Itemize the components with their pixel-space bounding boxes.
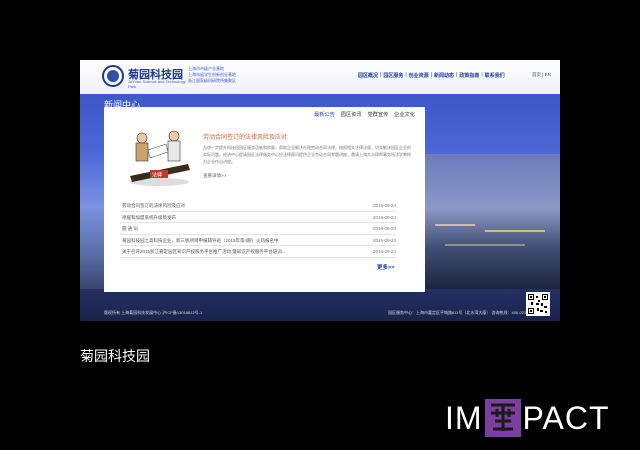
- nav-item-policy[interactable]: 政策指南: [457, 72, 481, 79]
- language-switch[interactable]: 首页 | EN: [532, 72, 551, 78]
- website-screenshot: 菊园科技园 JuYuan Science and Technology Park…: [80, 60, 560, 321]
- news-date: 2015-09-24: [372, 203, 396, 208]
- nav-item-services[interactable]: 园区服务: [381, 72, 405, 79]
- legal-illustration: 法律: [129, 130, 190, 186]
- news-title: 关于召开2015浙江嘉定园区知识产权服务平台推广活动 暨知识产权服务平台培训..…: [122, 249, 286, 255]
- more-news-link[interactable]: 更多>>: [377, 263, 394, 271]
- news-list: 劳动合同签订的法律风险及应对 2015-09-24 德缓和加盟系统升级版发布 2…: [120, 200, 396, 258]
- impact-logo-right: PACT: [522, 399, 610, 436]
- news-date: 2015-09-24: [372, 226, 396, 232]
- nav-item-resources[interactable]: 创业资源: [407, 72, 431, 79]
- news-item[interactable]: 关于召开2015浙江嘉定园区知识产权服务平台推广活动 暨知识产权服务平台培训..…: [120, 246, 396, 258]
- news-title: 劳动合同签订的法律风险及应对: [122, 203, 185, 208]
- tab-park-news[interactable]: 园区资讯: [338, 111, 365, 118]
- tagline-line: 浙江国家级科研院所集聚区: [188, 78, 236, 83]
- qr-code-icon: [526, 292, 550, 316]
- news-date: 2015-09-24: [372, 237, 396, 243]
- nav-item-overview[interactable]: 园区概况: [356, 72, 380, 79]
- impact-emblem-icon: [484, 399, 521, 437]
- footer-contact: 园区服务中心：上海市嘉定区平城路811号（北水湾大厦） 咨询热线：400-021…: [388, 310, 537, 315]
- main-nav: 园区概况 | 园区服务 | 创业资源 | 新闻动态 | 政策指南 | 联系我们: [356, 72, 507, 79]
- news-item[interactable]: 圆 通 讯 2015-09-24: [120, 223, 396, 235]
- news-date: 2015-09-24: [372, 249, 396, 255]
- stamp-label: 法律: [152, 172, 162, 179]
- feature-article-summary: 为进一步提升科技园园区服务功能和质量，帮助企业解决社理劳动合同法律，按照相关法律…: [203, 145, 411, 164]
- tab-culture[interactable]: 企业文化: [391, 111, 418, 118]
- news-item[interactable]: 劳动合同签订的法律风险及应对 2015-09-24: [120, 200, 396, 212]
- news-item[interactable]: 菊园科技园之高科技企业、新三板项目申报辅导班（2015年第4期）火热报名中 20…: [120, 235, 396, 247]
- tagline: 上海市市级产业基地 上海市留学生创新创业基地 浙江国家级科研院所集聚区: [188, 66, 278, 84]
- city-night-photo: [425, 154, 560, 289]
- news-date: 2015-09-24: [372, 214, 396, 220]
- nav-item-contact[interactable]: 联系我们: [483, 72, 507, 79]
- footer-copyright: 版权所有 上海菊园科技发展中心 沪ICP备13018812号-1: [104, 310, 203, 315]
- news-tabs: 最新公告 园区资讯 党群宣传 企业文化: [311, 111, 418, 118]
- feature-read-more-link[interactable]: 查看详情>>: [203, 173, 226, 179]
- site-header: 菊园科技园 JuYuan Science and Technology Park…: [80, 60, 560, 94]
- tab-latest[interactable]: 最新公告: [311, 111, 338, 118]
- tab-party[interactable]: 党群宣传: [365, 111, 392, 118]
- news-title: 菊园科技园之高科技企业、新三板项目申报辅导班（2015年第4期）火热报名中: [122, 237, 279, 243]
- hills-silhouette: [80, 289, 560, 321]
- news-item[interactable]: 德缓和加盟系统升级版发布 2015-09-24: [120, 212, 396, 224]
- nav-item-news[interactable]: 新闻动态: [432, 72, 456, 79]
- feature-article-title[interactable]: 劳动合同签订的法律风险及应对: [203, 132, 287, 141]
- news-title: 德缓和加盟系统升级版发布: [122, 214, 176, 220]
- impact-logo: IM PACT: [445, 396, 610, 440]
- logo-icon[interactable]: [102, 65, 124, 87]
- news-title: 圆 通 讯: [122, 226, 139, 232]
- impact-logo-left: IM: [445, 399, 483, 436]
- project-caption: 菊园科技园: [80, 348, 150, 364]
- logo-subtitle: JuYuan Science and Technology Park: [128, 79, 186, 89]
